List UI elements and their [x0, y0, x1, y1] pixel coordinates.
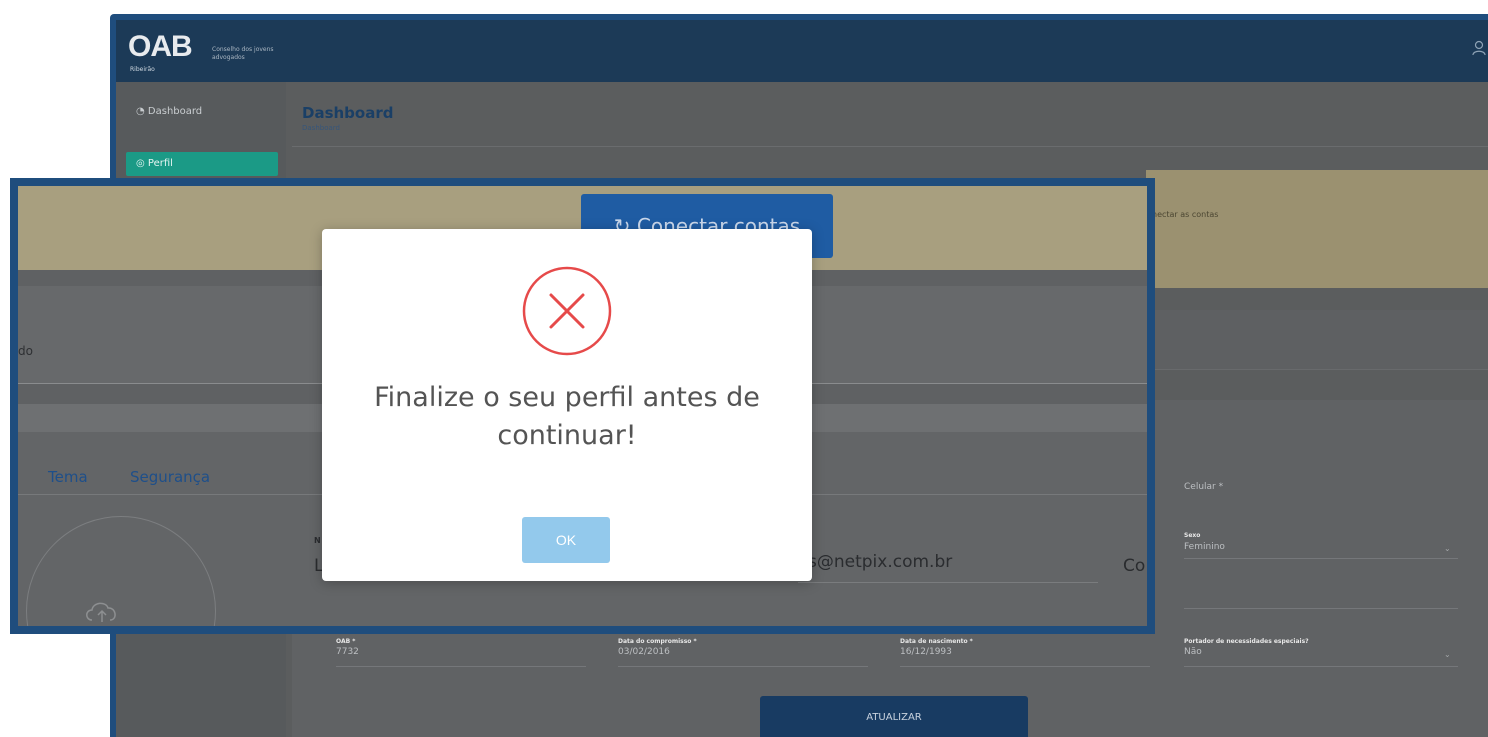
top-navbar: OAB Ribeirão Conselho dos jovens advogad… [116, 20, 1488, 82]
sidebar-item-perfil[interactable]: ◎ Perfil [126, 152, 278, 176]
field-label: Co [1123, 556, 1146, 576]
logo-caption: Conselho dos jovens advogados [212, 46, 274, 61]
tab-tema[interactable]: Tema [48, 468, 88, 486]
sidebar-item-label: Dashboard [147, 106, 203, 117]
sidebar-item-dashboard[interactable]: ◔ Dashboard [126, 100, 278, 124]
sexo-select[interactable]: Feminino [1184, 542, 1225, 552]
ok-button[interactable]: OK [522, 517, 610, 563]
especial-label: Portador de necessidades especiais? [1184, 638, 1309, 645]
compromisso-label: Data do compromisso * [618, 638, 697, 645]
error-modal: Finalize o seu perfil antes de continuar… [322, 229, 812, 581]
field-underline [798, 582, 1098, 583]
field-underline [1184, 558, 1458, 559]
field-underline [1184, 608, 1458, 609]
user-circle-icon: ◎ [136, 158, 148, 169]
field-underline [618, 666, 868, 667]
connect-banner-bg [1146, 170, 1488, 288]
nascimento-input[interactable]: 16/12/1993 [900, 647, 952, 657]
nascimento-label: Data de nascimento * [900, 638, 973, 645]
compromisso-input[interactable]: 03/02/2016 [618, 647, 670, 657]
cloud-upload-icon [86, 602, 116, 622]
sexo-label: Sexo [1184, 532, 1201, 539]
page-title: Dashboard [302, 104, 394, 122]
panel-text: do [18, 344, 33, 358]
error-x-icon [522, 266, 612, 356]
field-underline [900, 666, 1150, 667]
especial-select[interactable]: Não [1184, 647, 1202, 657]
dashboard-icon: ◔ [136, 106, 148, 117]
sidebar-item-label: Perfil [147, 158, 173, 169]
field-underline [336, 666, 586, 667]
oab-label: OAB * [336, 638, 356, 645]
oab-input[interactable]: 7732 [336, 647, 359, 657]
email-input[interactable]: s@netpix.com.br [808, 552, 952, 572]
chevron-down-icon: ⌄ [1444, 544, 1451, 553]
logo-subtitle: Ribeirão [130, 66, 155, 73]
modal-message: Finalize o seu perfil antes de continuar… [374, 382, 760, 451]
chevron-down-icon: ⌄ [1444, 650, 1451, 659]
oab-logo[interactable]: OAB Ribeirão Conselho dos jovens advogad… [128, 30, 278, 74]
banner-side-text: nectar as contas [1152, 210, 1219, 219]
update-button[interactable]: ATUALIZAR [760, 696, 1028, 737]
name-label: N [314, 536, 321, 545]
celular-label: Celular * [1184, 482, 1224, 492]
header-divider [292, 146, 1488, 147]
breadcrumb[interactable]: Dashboard [302, 124, 340, 132]
field-underline [1184, 666, 1458, 667]
tab-seguranca[interactable]: Segurança [130, 468, 210, 486]
user-icon[interactable] [1472, 40, 1486, 56]
